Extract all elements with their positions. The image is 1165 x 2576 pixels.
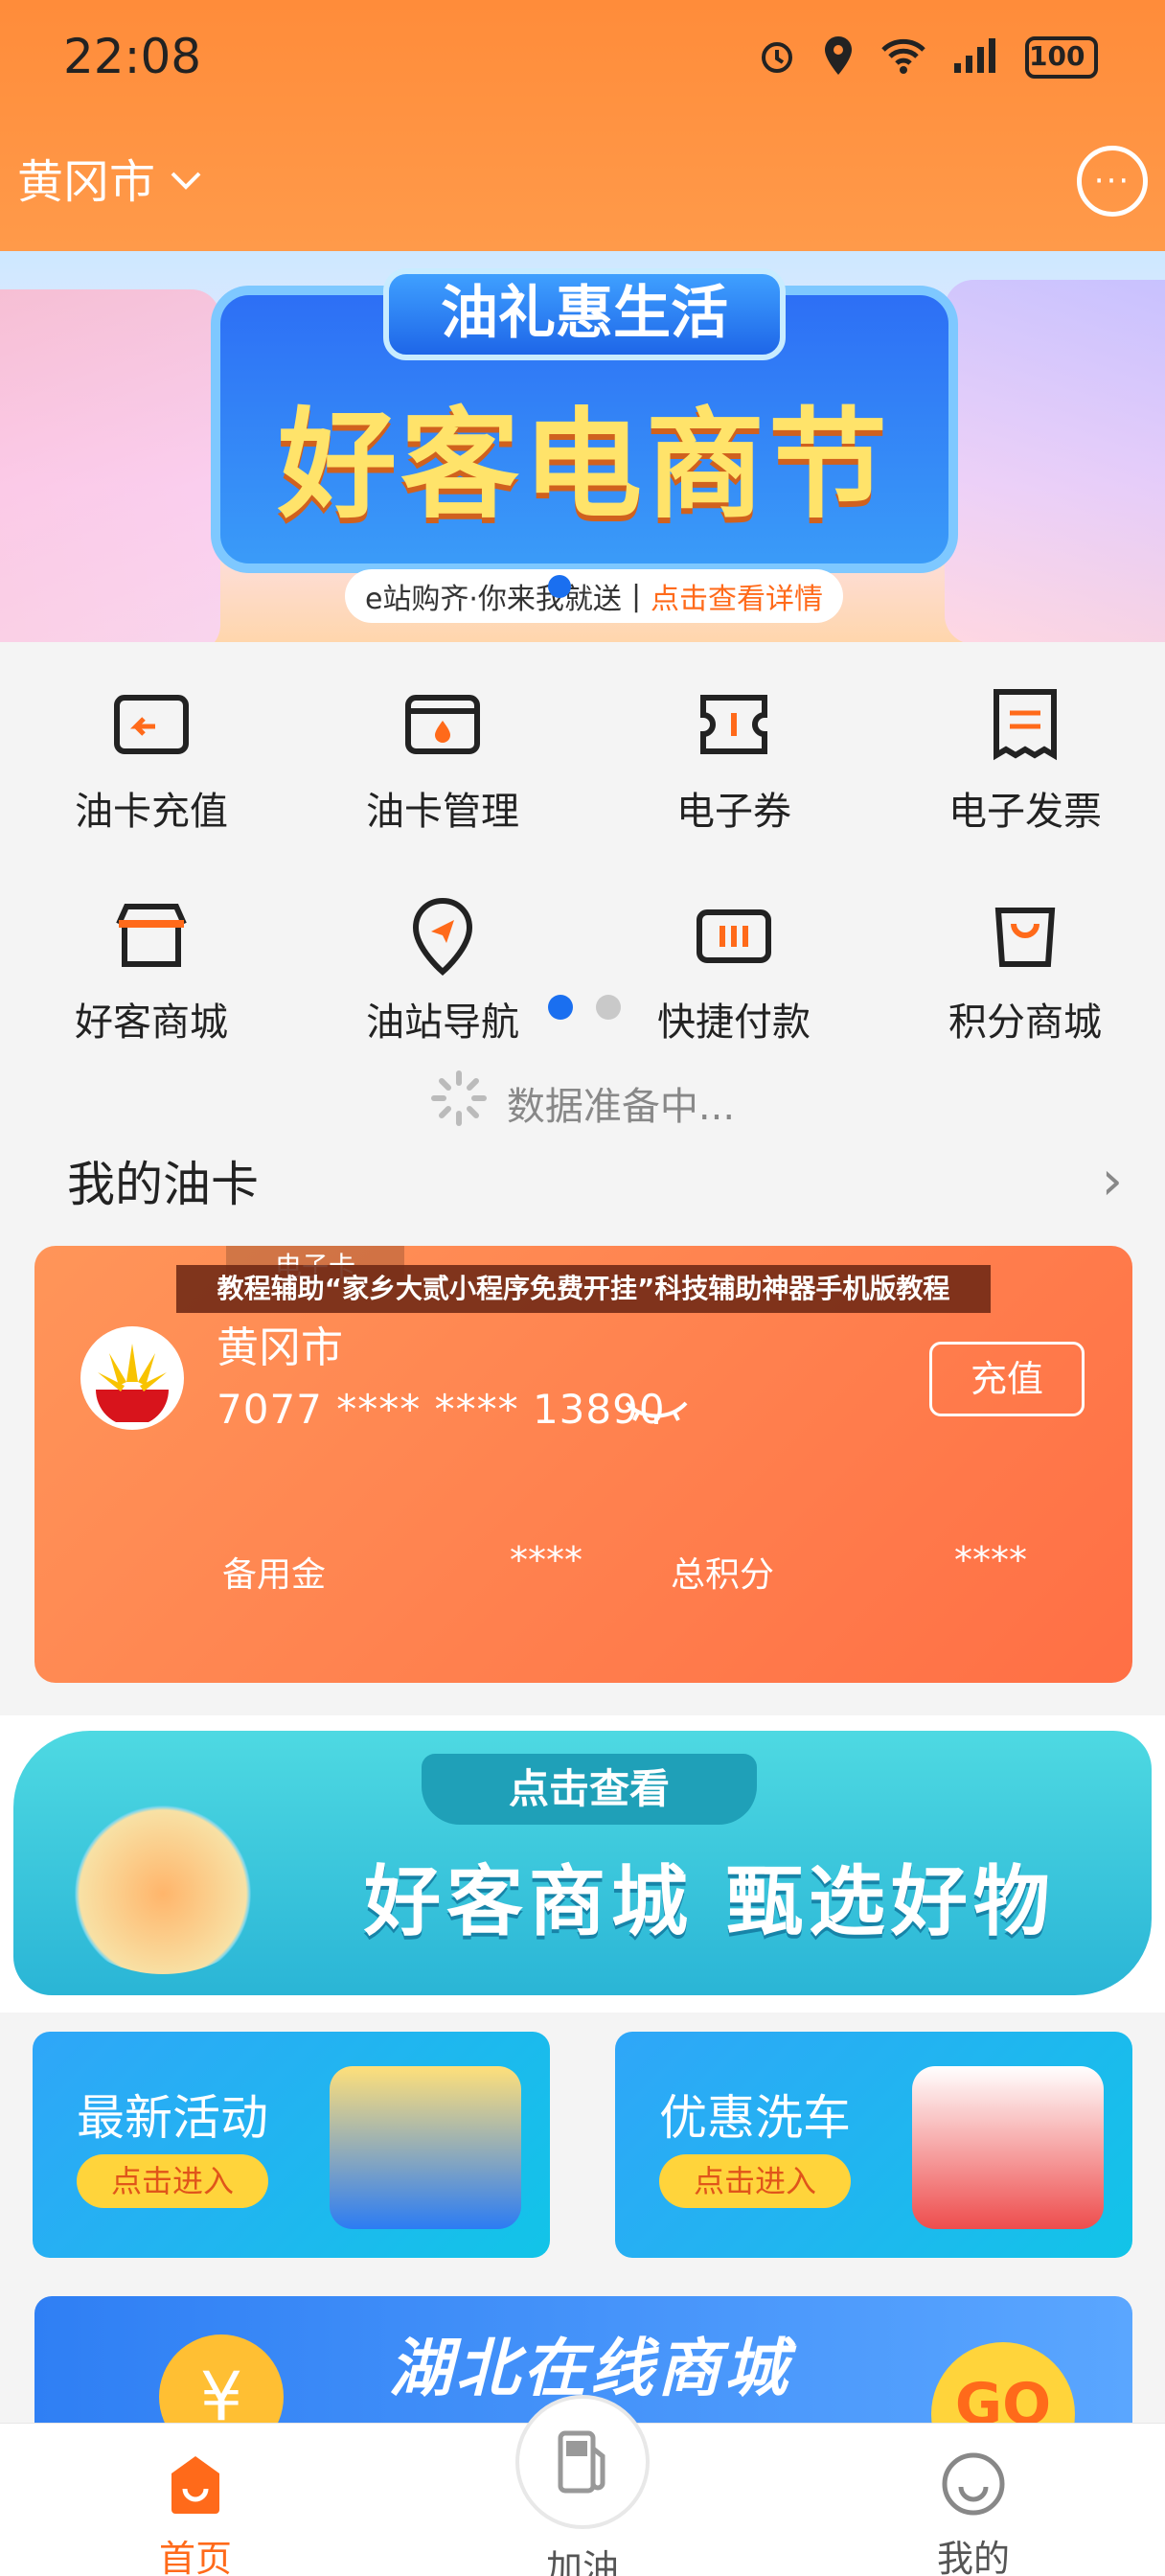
tab-label: 首页: [158, 2538, 232, 2576]
location-icon: [822, 34, 855, 80]
battery-icon: 100: [1025, 36, 1098, 79]
chat-icon[interactable]: ···: [1077, 146, 1148, 217]
status-time: 22:08: [63, 29, 202, 84]
grid-item-points-mall[interactable]: 积分商城: [881, 895, 1165, 1046]
reserve-label: 备用金: [222, 1555, 327, 1595]
bottom-nav: 首页 加油 我的: [0, 2395, 1165, 2576]
alarm-icon: [757, 35, 797, 80]
fuel-pump-icon: [515, 2395, 650, 2529]
grid-item-navigation[interactable]: 油站导航: [299, 895, 586, 1046]
app-header: 22:08 100 黄冈市 ···: [0, 0, 1165, 251]
grid-item-label: 积分商城: [948, 1000, 1102, 1045]
loading-indicator: 数据准备中...: [0, 1070, 1165, 1137]
home-icon: [100, 2450, 291, 2518]
car-wash-icon: [912, 2066, 1104, 2229]
mall-banner-chip: 点击查看: [422, 1754, 757, 1825]
shopping-basket-icon: [48, 1773, 278, 1974]
invoice-icon: [985, 684, 1065, 765]
tab-home[interactable]: 首页: [100, 2450, 291, 2576]
tab-label: 我的: [936, 2538, 1010, 2576]
grid-item-store[interactable]: 好客商城: [8, 895, 295, 1046]
banner-ribbon: 油礼惠生活: [383, 268, 786, 360]
grid-item-ticket[interactable]: 电子券: [590, 684, 878, 836]
reserve-value: ****: [510, 1539, 582, 1581]
grid-item-label: 油卡充值: [75, 790, 228, 834]
watermark-overlay: 教程辅助“家乡大贰小程序免费开挂”科技辅助神器手机版教程: [176, 1265, 991, 1313]
tile-title: 最新活动: [77, 2090, 268, 2146]
banner-indicator: [548, 575, 571, 598]
grid-item-card-manage[interactable]: 油卡管理: [299, 684, 586, 836]
signal-icon: [952, 36, 1000, 79]
banner-sub: e站购齐·你来我就送 | 点击查看详情: [345, 569, 843, 623]
smiley-icon: [878, 2450, 1069, 2518]
banner-sub-text: e站购齐·你来我就送: [364, 583, 622, 616]
petrochina-logo-icon: [80, 1326, 184, 1430]
city-label: 黄冈市: [17, 155, 156, 209]
tab-label: 加油: [545, 2547, 619, 2576]
go-badge: GO: [931, 2342, 1075, 2430]
card-recharge-icon: [111, 684, 192, 765]
grid-item-label: 油站导航: [366, 1000, 519, 1045]
grid-pager: [548, 995, 621, 1020]
pager-dot-active: [548, 995, 573, 1020]
function-grid: 油卡充值 油卡管理 电子券 电子发票 好客商城 油站导航 快捷付款 积分商城 数…: [0, 642, 1165, 1179]
quick-pay-icon: [694, 895, 774, 976]
gift-box-icon: [330, 2066, 521, 2229]
store-icon: [111, 895, 192, 976]
eye-closed-icon[interactable]: [623, 1397, 690, 1434]
grid-item-quick-pay[interactable]: 快捷付款: [590, 895, 878, 1046]
pager-dot: [596, 995, 621, 1020]
grid-item-invoice[interactable]: 电子发票: [881, 684, 1165, 836]
wifi-icon: [879, 36, 927, 79]
car-wash-tile[interactable]: 优惠洗车 点击进入: [615, 2032, 1132, 2258]
tile-enter-button[interactable]: 点击进入: [77, 2154, 268, 2208]
chevron-down-icon: [169, 150, 203, 204]
card-manage-icon: [402, 684, 483, 765]
points-label: 总积分: [671, 1555, 775, 1595]
recharge-button[interactable]: 充值: [929, 1342, 1085, 1416]
city-selector[interactable]: 黄冈市: [17, 144, 203, 211]
tab-fuel[interactable]: 加油: [487, 2395, 678, 2576]
points-value: ****: [954, 1539, 1027, 1581]
tile-enter-button[interactable]: 点击进入: [659, 2154, 851, 2208]
grid-item-label: 电子发票: [948, 790, 1102, 834]
shopping-bag-icon: [985, 895, 1065, 976]
mall-banner-headline: 好客商城 甄选好物: [364, 1857, 1056, 1946]
mall-banner[interactable]: 点击查看 好客商城 甄选好物: [0, 1715, 1165, 2012]
status-bar: 22:08 100: [0, 0, 1165, 119]
grid-item-label: 好客商城: [75, 1000, 228, 1045]
tile-title: 优惠洗车: [659, 2090, 851, 2146]
navigation-icon: [402, 895, 483, 976]
promo-banner[interactable]: 油礼惠生活 好客电商节 e站购齐·你来我就送 | 点击查看详情: [0, 251, 1165, 642]
banner-sub-link[interactable]: 点击查看详情: [651, 575, 823, 617]
chevron-right-icon[interactable]: ›: [1102, 1150, 1123, 1212]
tab-mine[interactable]: 我的: [878, 2450, 1069, 2576]
ticket-icon: [694, 684, 774, 765]
my-card-title: 我的油卡: [67, 1157, 259, 1212]
grid-item-label: 油卡管理: [366, 790, 519, 834]
card-city: 黄冈市: [217, 1323, 343, 1372]
banner-headline: 好客电商节: [277, 397, 891, 535]
card-number: 7077 **** **** 13890: [217, 1386, 666, 1433]
grid-item-label: 快捷付款: [657, 1000, 811, 1045]
grid-item-label: 电子券: [676, 790, 791, 834]
status-icons: 100: [757, 34, 1098, 80]
loading-text: 数据准备中...: [506, 1085, 736, 1129]
coin-icon: ¥: [159, 2334, 284, 2430]
grid-item-card-recharge[interactable]: 油卡充值: [8, 684, 295, 836]
latest-activity-tile[interactable]: 最新活动 点击进入: [33, 2032, 550, 2258]
spinner-icon: [430, 1070, 488, 1137]
